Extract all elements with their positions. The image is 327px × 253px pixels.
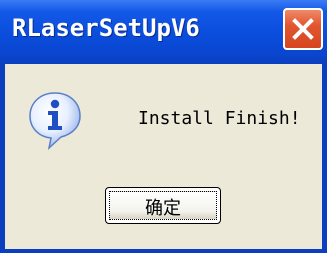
close-button[interactable] bbox=[283, 8, 323, 50]
window-border bbox=[0, 249, 327, 253]
ok-button[interactable]: 确定 bbox=[105, 187, 221, 224]
window-title: RLaserSetUpV6 bbox=[12, 14, 200, 42]
dialog-body: Install Finish! 确定 bbox=[5, 64, 322, 249]
close-icon bbox=[292, 18, 314, 40]
dialog-message: Install Finish! bbox=[138, 108, 301, 129]
ok-button-label: 确定 bbox=[145, 198, 181, 219]
message-dialog: RLaserSetUpV6 Install Finish! 确定 bbox=[0, 0, 327, 253]
title-bar[interactable]: RLaserSetUpV6 bbox=[0, 0, 327, 64]
info-icon bbox=[29, 92, 81, 150]
